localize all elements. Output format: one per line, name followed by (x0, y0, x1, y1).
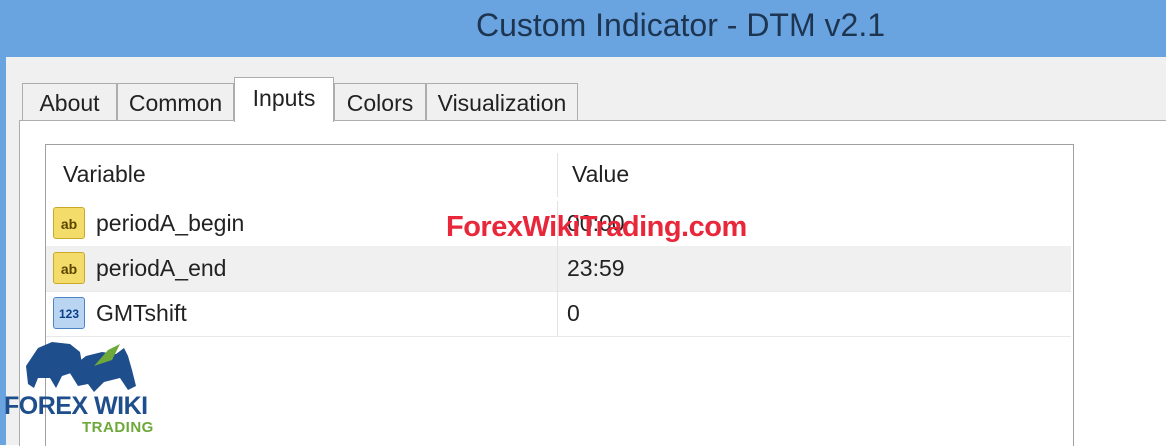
string-type-icon: ab (53, 207, 85, 239)
tab-colors[interactable]: Colors (334, 83, 426, 121)
tab-about[interactable]: About (22, 83, 117, 121)
watermark-text: ForexWikiTrading.com (446, 211, 747, 243)
header-value[interactable]: Value (572, 145, 629, 201)
window-title: Custom Indicator - DTM v2.1 (476, 7, 885, 43)
string-type-icon: ab (53, 252, 85, 284)
logo-wordmark: FOREX WIKI (4, 392, 148, 420)
variable-value[interactable]: 0 (567, 291, 580, 336)
column-divider (557, 291, 558, 336)
window-border-left (0, 57, 6, 445)
list-header: Variable Value (46, 145, 1071, 201)
integer-type-icon: 123 (53, 297, 85, 329)
inputs-list[interactable]: Variable Value ab periodA_begin 00:00 ab… (45, 144, 1074, 446)
table-row[interactable]: ab periodA_end 23:59 (46, 246, 1071, 292)
tab-common[interactable]: Common (117, 83, 234, 121)
header-variable[interactable]: Variable (63, 145, 146, 201)
variable-name: periodA_end (96, 255, 227, 281)
tab-visualization[interactable]: Visualization (426, 83, 578, 121)
table-row[interactable]: 123 GMTshift 0 (46, 291, 1071, 337)
column-divider (557, 246, 558, 291)
tab-inputs[interactable]: Inputs (234, 77, 334, 122)
header-divider[interactable] (557, 153, 558, 197)
logo-subtitle: TRADING (82, 419, 154, 436)
variable-value[interactable]: 23:59 (567, 246, 625, 291)
variable-name: periodA_begin (96, 210, 245, 236)
